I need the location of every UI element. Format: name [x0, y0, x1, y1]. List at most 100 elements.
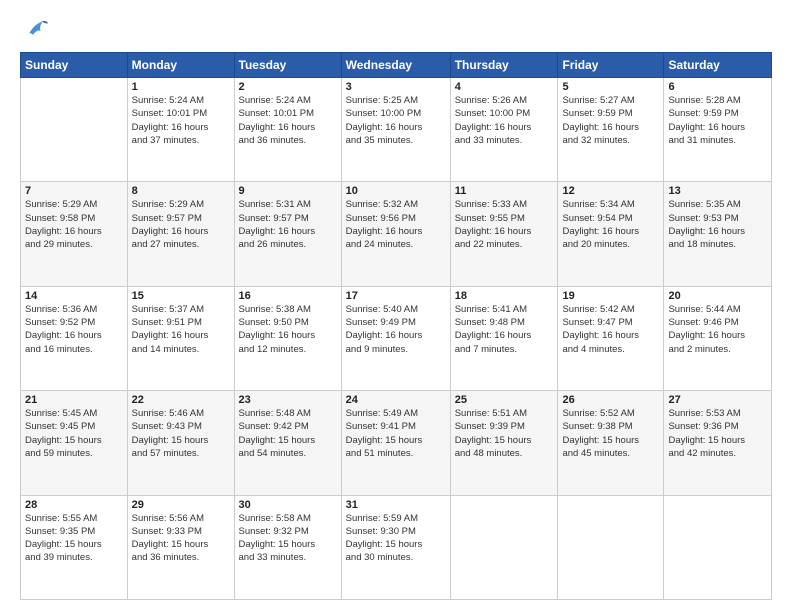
- day-info: Sunrise: 5:52 AM Sunset: 9:38 PM Dayligh…: [562, 407, 659, 460]
- day-number: 29: [132, 499, 230, 511]
- day-number: 31: [346, 499, 446, 511]
- day-header-sunday: Sunday: [21, 53, 128, 78]
- calendar-cell: 27Sunrise: 5:53 AM Sunset: 9:36 PM Dayli…: [664, 391, 772, 495]
- day-number: 12: [562, 185, 659, 197]
- day-info: Sunrise: 5:31 AM Sunset: 9:57 PM Dayligh…: [239, 198, 337, 251]
- day-info: Sunrise: 5:55 AM Sunset: 9:35 PM Dayligh…: [25, 512, 123, 565]
- calendar-table: SundayMondayTuesdayWednesdayThursdayFrid…: [20, 52, 772, 600]
- day-number: 2: [239, 81, 337, 93]
- day-number: 21: [25, 394, 123, 406]
- calendar-header-row: SundayMondayTuesdayWednesdayThursdayFrid…: [21, 53, 772, 78]
- day-number: 25: [455, 394, 554, 406]
- day-info: Sunrise: 5:42 AM Sunset: 9:47 PM Dayligh…: [562, 303, 659, 356]
- calendar-cell: 1Sunrise: 5:24 AM Sunset: 10:01 PM Dayli…: [127, 78, 234, 182]
- calendar-cell: 14Sunrise: 5:36 AM Sunset: 9:52 PM Dayli…: [21, 286, 128, 390]
- calendar-cell: 22Sunrise: 5:46 AM Sunset: 9:43 PM Dayli…: [127, 391, 234, 495]
- day-info: Sunrise: 5:58 AM Sunset: 9:32 PM Dayligh…: [239, 512, 337, 565]
- day-info: Sunrise: 5:28 AM Sunset: 9:59 PM Dayligh…: [668, 94, 767, 147]
- day-number: 15: [132, 290, 230, 302]
- calendar-cell: 8Sunrise: 5:29 AM Sunset: 9:57 PM Daylig…: [127, 182, 234, 286]
- day-info: Sunrise: 5:29 AM Sunset: 9:58 PM Dayligh…: [25, 198, 123, 251]
- calendar-cell: 11Sunrise: 5:33 AM Sunset: 9:55 PM Dayli…: [450, 182, 558, 286]
- calendar-cell: 2Sunrise: 5:24 AM Sunset: 10:01 PM Dayli…: [234, 78, 341, 182]
- calendar-cell: [21, 78, 128, 182]
- day-info: Sunrise: 5:37 AM Sunset: 9:51 PM Dayligh…: [132, 303, 230, 356]
- calendar-cell: [450, 495, 558, 599]
- page: SundayMondayTuesdayWednesdayThursdayFrid…: [0, 0, 792, 612]
- day-info: Sunrise: 5:44 AM Sunset: 9:46 PM Dayligh…: [668, 303, 767, 356]
- calendar-cell: 4Sunrise: 5:26 AM Sunset: 10:00 PM Dayli…: [450, 78, 558, 182]
- calendar-week-row: 14Sunrise: 5:36 AM Sunset: 9:52 PM Dayli…: [21, 286, 772, 390]
- calendar-week-row: 1Sunrise: 5:24 AM Sunset: 10:01 PM Dayli…: [21, 78, 772, 182]
- day-info: Sunrise: 5:34 AM Sunset: 9:54 PM Dayligh…: [562, 198, 659, 251]
- day-info: Sunrise: 5:29 AM Sunset: 9:57 PM Dayligh…: [132, 198, 230, 251]
- day-header-tuesday: Tuesday: [234, 53, 341, 78]
- day-number: 5: [562, 81, 659, 93]
- day-info: Sunrise: 5:35 AM Sunset: 9:53 PM Dayligh…: [668, 198, 767, 251]
- day-header-wednesday: Wednesday: [341, 53, 450, 78]
- day-number: 8: [132, 185, 230, 197]
- day-number: 3: [346, 81, 446, 93]
- calendar-cell: 6Sunrise: 5:28 AM Sunset: 9:59 PM Daylig…: [664, 78, 772, 182]
- day-info: Sunrise: 5:25 AM Sunset: 10:00 PM Daylig…: [346, 94, 446, 147]
- day-header-thursday: Thursday: [450, 53, 558, 78]
- day-number: 27: [668, 394, 767, 406]
- header: [20, 16, 772, 44]
- day-header-saturday: Saturday: [664, 53, 772, 78]
- calendar-week-row: 21Sunrise: 5:45 AM Sunset: 9:45 PM Dayli…: [21, 391, 772, 495]
- day-info: Sunrise: 5:33 AM Sunset: 9:55 PM Dayligh…: [455, 198, 554, 251]
- day-number: 18: [455, 290, 554, 302]
- day-header-monday: Monday: [127, 53, 234, 78]
- calendar-cell: 17Sunrise: 5:40 AM Sunset: 9:49 PM Dayli…: [341, 286, 450, 390]
- day-number: 6: [668, 81, 767, 93]
- calendar-cell: 31Sunrise: 5:59 AM Sunset: 9:30 PM Dayli…: [341, 495, 450, 599]
- logo-bird-icon: [22, 16, 50, 44]
- day-number: 30: [239, 499, 337, 511]
- calendar-cell: 9Sunrise: 5:31 AM Sunset: 9:57 PM Daylig…: [234, 182, 341, 286]
- calendar-cell: 10Sunrise: 5:32 AM Sunset: 9:56 PM Dayli…: [341, 182, 450, 286]
- day-info: Sunrise: 5:24 AM Sunset: 10:01 PM Daylig…: [132, 94, 230, 147]
- calendar-cell: 24Sunrise: 5:49 AM Sunset: 9:41 PM Dayli…: [341, 391, 450, 495]
- day-number: 10: [346, 185, 446, 197]
- calendar-week-row: 28Sunrise: 5:55 AM Sunset: 9:35 PM Dayli…: [21, 495, 772, 599]
- day-info: Sunrise: 5:26 AM Sunset: 10:00 PM Daylig…: [455, 94, 554, 147]
- day-info: Sunrise: 5:45 AM Sunset: 9:45 PM Dayligh…: [25, 407, 123, 460]
- calendar-cell: 29Sunrise: 5:56 AM Sunset: 9:33 PM Dayli…: [127, 495, 234, 599]
- day-info: Sunrise: 5:46 AM Sunset: 9:43 PM Dayligh…: [132, 407, 230, 460]
- day-number: 14: [25, 290, 123, 302]
- calendar-cell: 3Sunrise: 5:25 AM Sunset: 10:00 PM Dayli…: [341, 78, 450, 182]
- logo: [20, 16, 50, 44]
- calendar-cell: 7Sunrise: 5:29 AM Sunset: 9:58 PM Daylig…: [21, 182, 128, 286]
- day-number: 20: [668, 290, 767, 302]
- day-number: 1: [132, 81, 230, 93]
- day-info: Sunrise: 5:49 AM Sunset: 9:41 PM Dayligh…: [346, 407, 446, 460]
- calendar-cell: 5Sunrise: 5:27 AM Sunset: 9:59 PM Daylig…: [558, 78, 664, 182]
- calendar-cell: [664, 495, 772, 599]
- day-info: Sunrise: 5:38 AM Sunset: 9:50 PM Dayligh…: [239, 303, 337, 356]
- day-number: 26: [562, 394, 659, 406]
- calendar-cell: 13Sunrise: 5:35 AM Sunset: 9:53 PM Dayli…: [664, 182, 772, 286]
- calendar-cell: 21Sunrise: 5:45 AM Sunset: 9:45 PM Dayli…: [21, 391, 128, 495]
- day-info: Sunrise: 5:53 AM Sunset: 9:36 PM Dayligh…: [668, 407, 767, 460]
- calendar-cell: 28Sunrise: 5:55 AM Sunset: 9:35 PM Dayli…: [21, 495, 128, 599]
- day-number: 23: [239, 394, 337, 406]
- day-info: Sunrise: 5:36 AM Sunset: 9:52 PM Dayligh…: [25, 303, 123, 356]
- day-number: 11: [455, 185, 554, 197]
- day-number: 13: [668, 185, 767, 197]
- day-info: Sunrise: 5:41 AM Sunset: 9:48 PM Dayligh…: [455, 303, 554, 356]
- day-number: 22: [132, 394, 230, 406]
- calendar-cell: 19Sunrise: 5:42 AM Sunset: 9:47 PM Dayli…: [558, 286, 664, 390]
- day-number: 19: [562, 290, 659, 302]
- day-info: Sunrise: 5:24 AM Sunset: 10:01 PM Daylig…: [239, 94, 337, 147]
- calendar-cell: 20Sunrise: 5:44 AM Sunset: 9:46 PM Dayli…: [664, 286, 772, 390]
- day-number: 17: [346, 290, 446, 302]
- day-number: 7: [25, 185, 123, 197]
- day-number: 16: [239, 290, 337, 302]
- day-number: 4: [455, 81, 554, 93]
- day-info: Sunrise: 5:32 AM Sunset: 9:56 PM Dayligh…: [346, 198, 446, 251]
- calendar-week-row: 7Sunrise: 5:29 AM Sunset: 9:58 PM Daylig…: [21, 182, 772, 286]
- day-info: Sunrise: 5:59 AM Sunset: 9:30 PM Dayligh…: [346, 512, 446, 565]
- day-info: Sunrise: 5:56 AM Sunset: 9:33 PM Dayligh…: [132, 512, 230, 565]
- day-number: 9: [239, 185, 337, 197]
- day-header-friday: Friday: [558, 53, 664, 78]
